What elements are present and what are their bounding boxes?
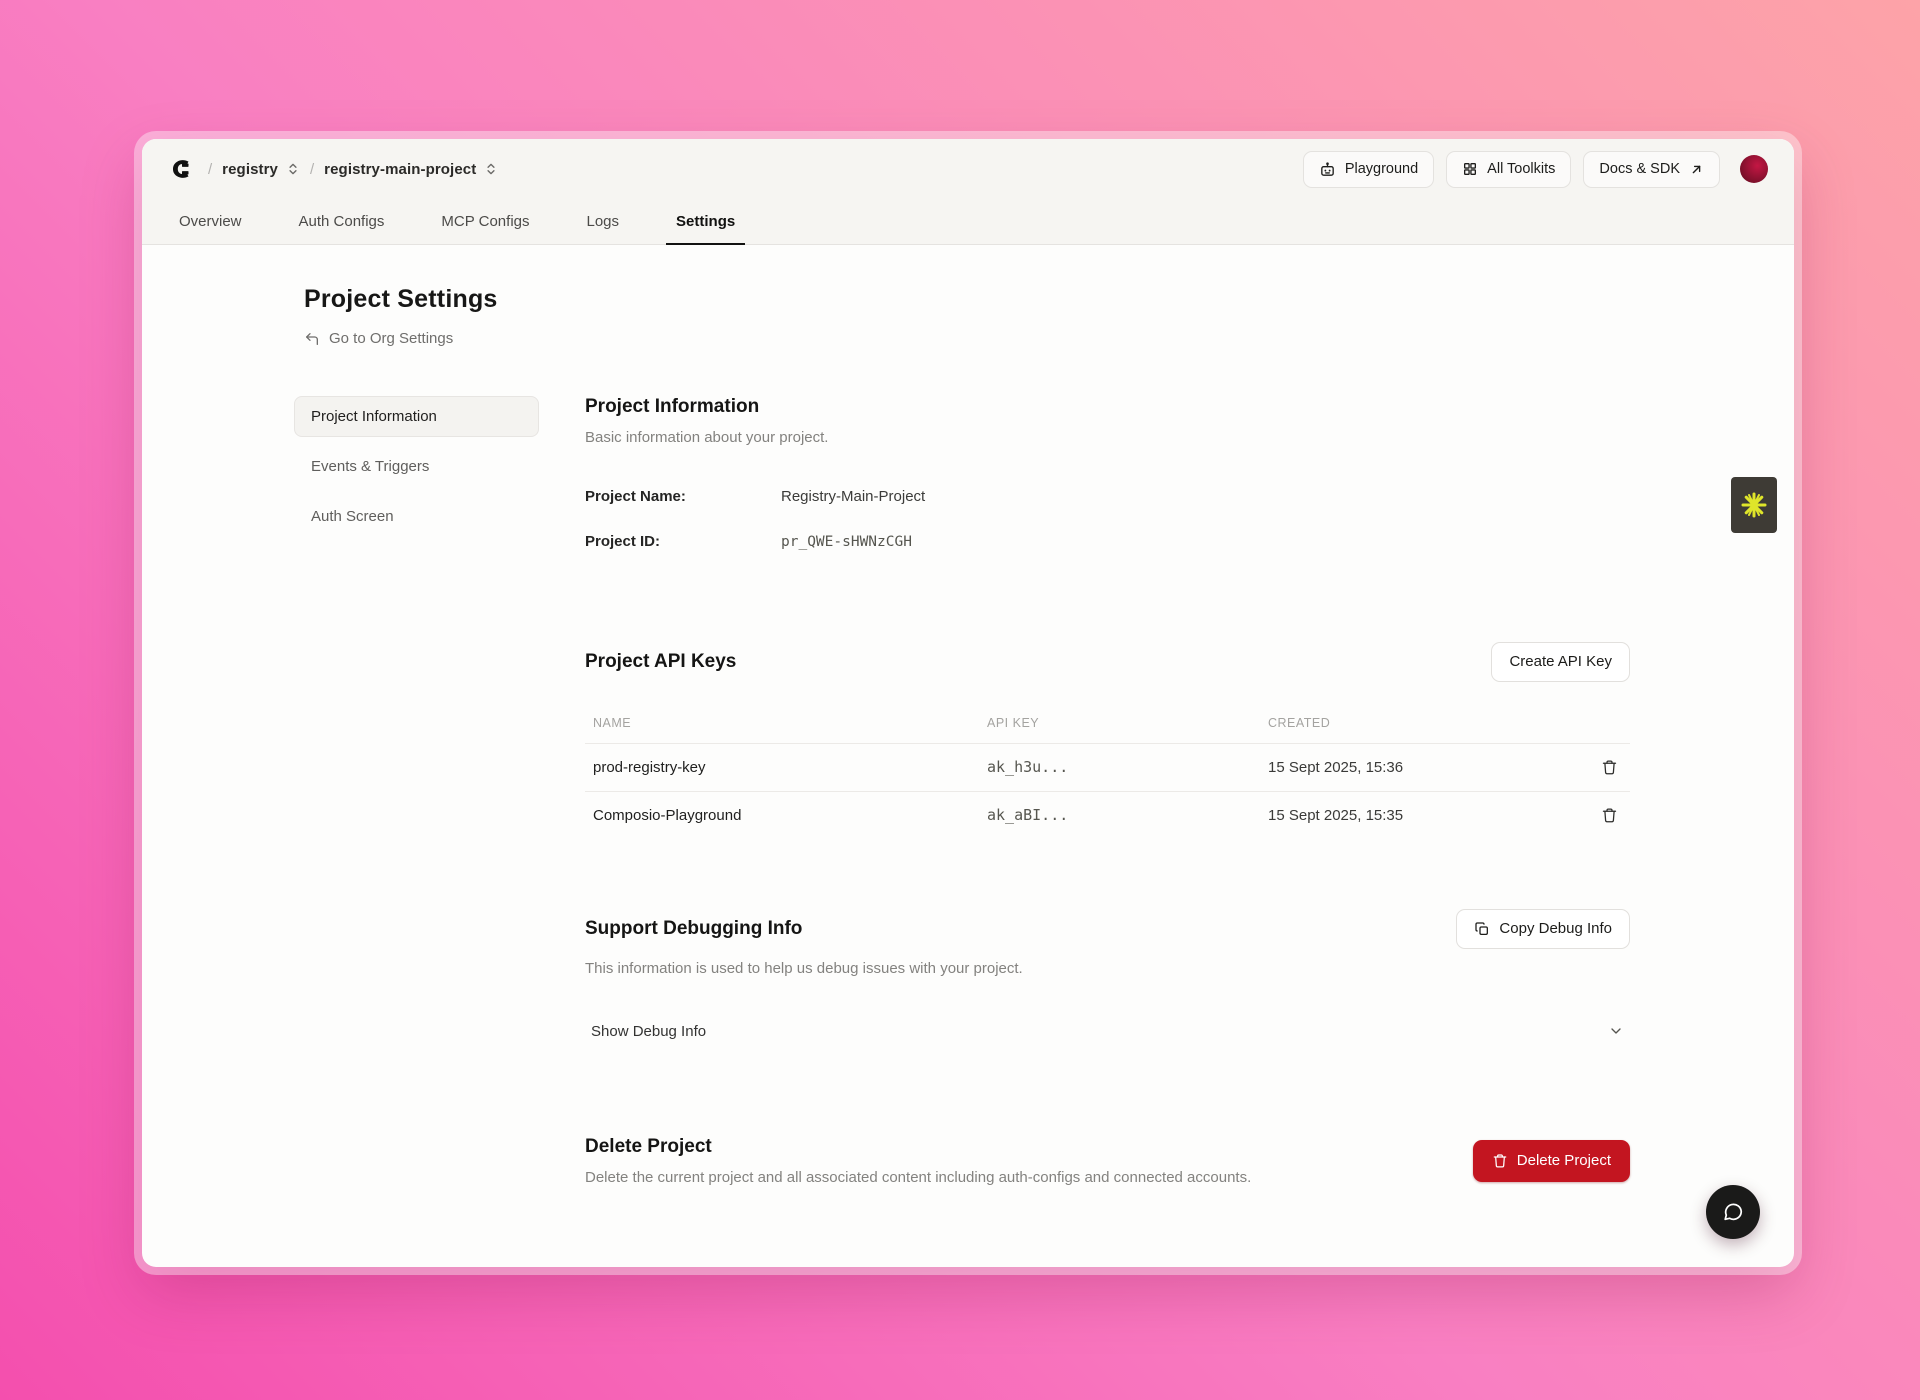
table-row: Composio-Playground ak_aBI... 15 Sept 20… [585, 791, 1630, 839]
go-to-org-settings-link[interactable]: Go to Org Settings [304, 330, 453, 347]
asterisk-icon [1739, 490, 1769, 520]
subnav-item-auth-screen[interactable]: Auth Screen [294, 496, 539, 537]
top-bar: / registry / registry-main-project Playg… [142, 139, 1794, 199]
tab-mcp-configs[interactable]: MCP Configs [431, 199, 539, 244]
user-avatar[interactable] [1740, 155, 1768, 183]
breadcrumb-project[interactable]: registry-main-project [324, 161, 476, 178]
app-window: / registry / registry-main-project Playg… [142, 139, 1794, 1267]
breadcrumb-separator: / [208, 161, 212, 178]
header-name: NAME [585, 708, 979, 744]
subnav-item-project-information[interactable]: Project Information [294, 396, 539, 437]
all-toolkits-button-label: All Toolkits [1487, 161, 1555, 177]
api-key-created: 15 Sept 2025, 15:36 [1260, 743, 1560, 791]
breadcrumb-separator: / [310, 161, 314, 178]
page-title: Project Settings [304, 285, 1794, 314]
delete-project-title: Delete Project [585, 1136, 1251, 1158]
copy-debug-info-button[interactable]: Copy Debug Info [1456, 909, 1630, 949]
trash-icon [1492, 1153, 1508, 1169]
go-to-org-settings-label: Go to Org Settings [329, 330, 453, 347]
debug-info-title: Support Debugging Info [585, 918, 802, 940]
composio-logo-icon[interactable] [168, 156, 194, 182]
api-key-name: Composio-Playground [585, 791, 979, 839]
org-switcher-chevrons-icon[interactable] [286, 162, 300, 176]
show-debug-info-toggle[interactable]: Show Debug Info [585, 1013, 1630, 1050]
project-name-label: Project Name: [585, 488, 781, 505]
show-debug-info-label: Show Debug Info [591, 1023, 706, 1040]
field-project-name: Project Name: Registry-Main-Project [585, 488, 1630, 505]
chevron-down-icon [1608, 1023, 1624, 1039]
settings-main: Project Information Basic information ab… [585, 396, 1630, 1246]
grid-icon [1462, 161, 1478, 177]
section-project-information: Project Information Basic information ab… [585, 396, 1630, 550]
trash-icon [1601, 807, 1618, 824]
project-information-description: Basic information about your project. [585, 429, 1630, 446]
all-toolkits-button[interactable]: All Toolkits [1446, 151, 1571, 188]
tab-logs[interactable]: Logs [577, 199, 630, 244]
project-id-value: pr_QWE-sHWNzCGH [781, 534, 912, 550]
api-keys-title: Project API Keys [585, 651, 736, 673]
api-key-name: prod-registry-key [585, 743, 979, 791]
tab-auth-configs[interactable]: Auth Configs [289, 199, 395, 244]
api-keys-header-row: NAME API KEY CREATED [585, 708, 1630, 744]
asterisk-marker-widget[interactable] [1731, 477, 1777, 533]
breadcrumb: / registry / registry-main-project [208, 161, 498, 178]
chat-bubble-icon [1722, 1201, 1744, 1223]
subnav-item-events-triggers[interactable]: Events & Triggers [294, 446, 539, 487]
api-keys-table: NAME API KEY CREATED prod-registry-key a… [585, 708, 1630, 839]
section-debug-info: Support Debugging Info Copy Debug Info T… [585, 909, 1630, 1050]
delete-api-key-button[interactable] [1597, 803, 1622, 828]
create-api-key-button[interactable]: Create API Key [1491, 642, 1630, 682]
delete-project-label: Delete Project [1517, 1152, 1611, 1169]
create-api-key-label: Create API Key [1509, 653, 1612, 670]
project-id-label: Project ID: [585, 533, 781, 550]
header-created: CREATED [1260, 708, 1560, 744]
arrow-up-right-icon [1689, 162, 1704, 177]
tab-settings[interactable]: Settings [666, 199, 745, 244]
docs-sdk-button[interactable]: Docs & SDK [1583, 151, 1720, 188]
top-bar-actions: Playground All Toolkits Docs & SDK [1303, 151, 1768, 188]
settings-subnav: Project Information Events & Triggers Au… [294, 396, 539, 1246]
project-tabs: Overview Auth Configs MCP Configs Logs S… [142, 199, 1794, 245]
settings-content: Project Settings Go to Org Settings Proj… [142, 245, 1794, 1246]
copy-debug-info-label: Copy Debug Info [1499, 920, 1612, 937]
api-key-created: 15 Sept 2025, 15:35 [1260, 791, 1560, 839]
trash-icon [1601, 759, 1618, 776]
playground-button[interactable]: Playground [1303, 151, 1434, 188]
api-key-value: ak_aBI... [979, 791, 1260, 839]
chat-fab-button[interactable] [1706, 1185, 1760, 1239]
project-switcher-chevrons-icon[interactable] [484, 162, 498, 176]
tab-overview[interactable]: Overview [169, 199, 252, 244]
project-name-value: Registry-Main-Project [781, 488, 925, 505]
header-api-key: API KEY [979, 708, 1260, 744]
docs-sdk-button-label: Docs & SDK [1599, 161, 1680, 177]
section-delete-project: Delete Project Delete the current projec… [585, 1136, 1630, 1186]
copy-icon [1474, 921, 1490, 937]
breadcrumb-org[interactable]: registry [222, 161, 278, 178]
project-information-title: Project Information [585, 396, 1630, 418]
playground-button-label: Playground [1345, 161, 1418, 177]
debug-info-description: This information is used to help us debu… [585, 960, 1630, 977]
delete-project-button[interactable]: Delete Project [1473, 1140, 1630, 1182]
field-project-id: Project ID: pr_QWE-sHWNzCGH [585, 533, 1630, 550]
bot-icon [1319, 161, 1336, 178]
delete-project-description: Delete the current project and all assoc… [585, 1169, 1251, 1186]
api-key-value: ak_h3u... [979, 743, 1260, 791]
section-api-keys: Project API Keys Create API Key NAME API… [585, 642, 1630, 839]
corner-up-left-icon [304, 331, 320, 347]
table-row: prod-registry-key ak_h3u... 15 Sept 2025… [585, 743, 1630, 791]
delete-api-key-button[interactable] [1597, 755, 1622, 780]
